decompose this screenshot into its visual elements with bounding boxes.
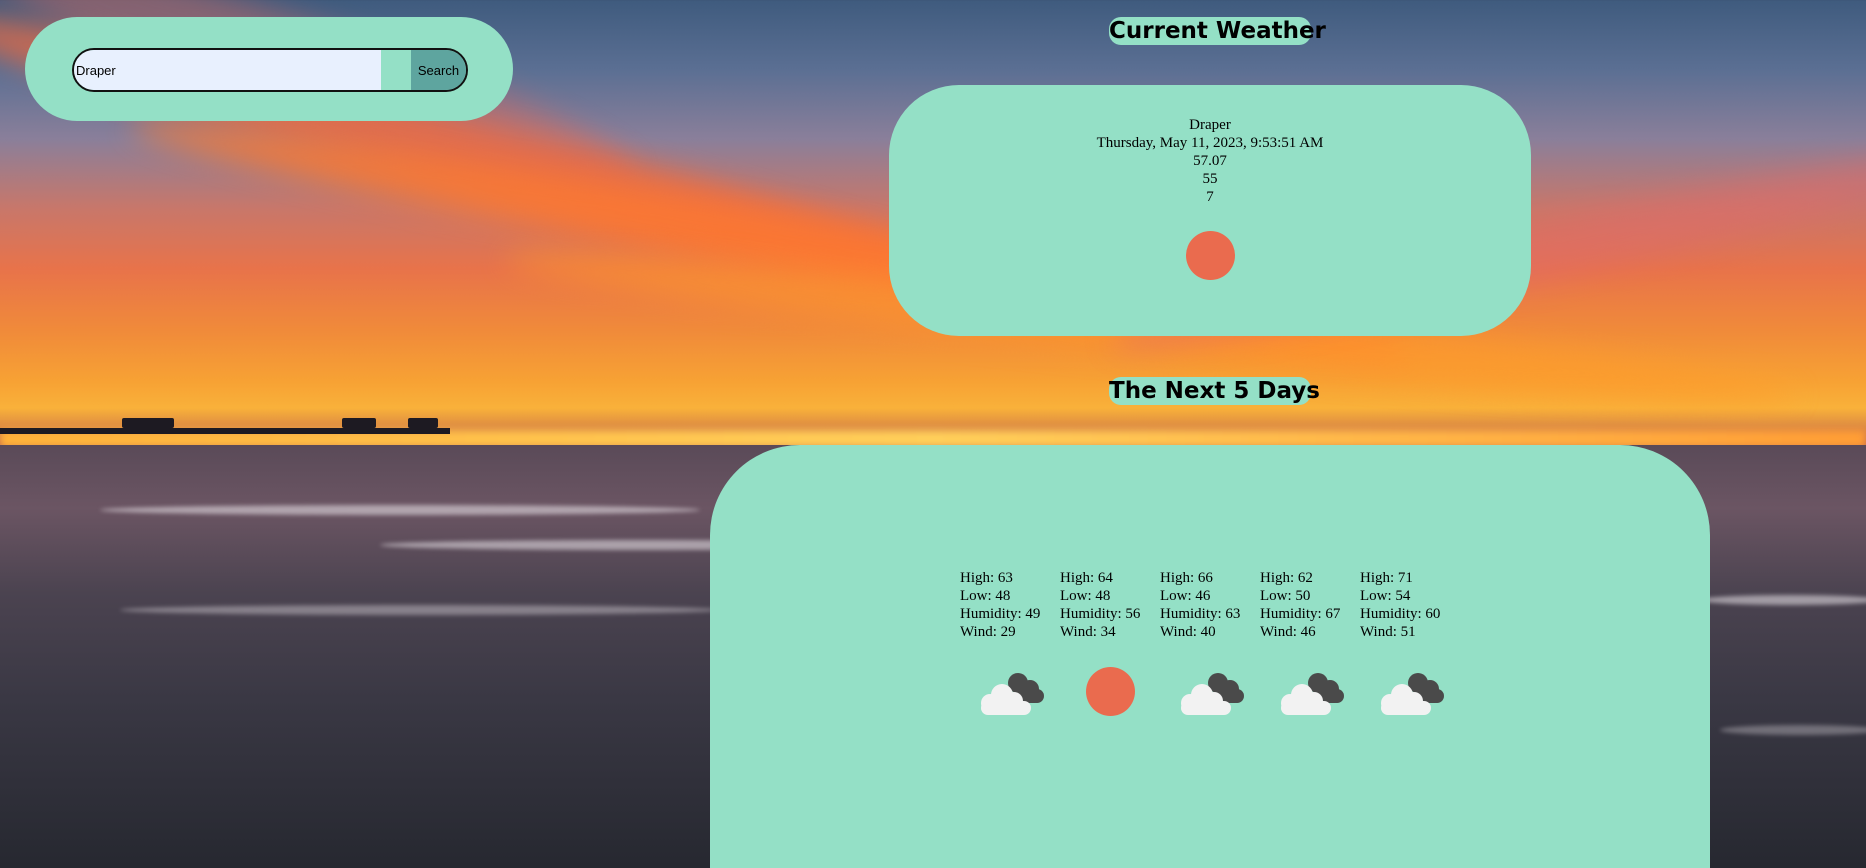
forecast-day: High: 63 Low: 48 Humidity: 49 Wind: 29 (960, 569, 1060, 723)
pier (0, 428, 450, 434)
search-button[interactable]: Search (411, 50, 466, 90)
day-humidity: Humidity: 56 (1060, 606, 1141, 622)
current-weather-heading: Current Weather (1109, 17, 1326, 45)
day-high: High: 62 (1260, 570, 1313, 586)
day-low: Low: 48 (960, 588, 1011, 604)
current-city: Draper (1189, 117, 1231, 133)
pier-hut (342, 418, 376, 428)
day-low: Low: 50 (1260, 588, 1311, 604)
search-gap (381, 50, 411, 90)
forecast-heading: The Next 5 Days (1109, 377, 1320, 405)
pier-hut (122, 418, 174, 428)
day-low: Low: 46 (1160, 588, 1211, 604)
cloud-icon (1181, 673, 1244, 715)
sun-icon (1185, 231, 1235, 280)
cloud-icon (1381, 673, 1444, 715)
search-form: Search (72, 48, 468, 92)
day-wind: Wind: 46 (1260, 624, 1316, 640)
current-temp: 57.07 (1193, 153, 1227, 169)
forecast-day: High: 62 Low: 50 Humidity: 67 Wind: 46 (1260, 569, 1360, 723)
current-datetime: Thursday, May 11, 2023, 9:53:51 AM (1096, 135, 1324, 151)
search-panel: Search (25, 17, 513, 121)
search-input[interactable] (74, 50, 381, 90)
forecast-day: High: 66 Low: 46 Humidity: 63 Wind: 40 (1160, 569, 1260, 723)
day-high: High: 64 (1060, 570, 1113, 586)
day-wind: Wind: 29 (960, 624, 1016, 640)
forecast-day: High: 64 Low: 48 Humidity: 56 Wind: 34 (1060, 569, 1160, 723)
pier-hut (408, 418, 438, 428)
day-humidity: Humidity: 67 (1260, 606, 1341, 622)
day-wind: Wind: 34 (1060, 624, 1116, 640)
day-humidity: Humidity: 63 (1160, 606, 1241, 622)
forecast-card: High: 63 Low: 48 Humidity: 49 Wind: 29 H… (710, 445, 1710, 868)
cloud-icon (1281, 673, 1344, 715)
day-humidity: Humidity: 49 (960, 606, 1041, 622)
forecast-day: High: 71 Low: 54 Humidity: 60 Wind: 51 (1360, 569, 1460, 723)
day-high: High: 63 (960, 570, 1013, 586)
current-weather-card: Draper Thursday, May 11, 2023, 9:53:51 A… (889, 85, 1531, 336)
day-humidity: Humidity: 60 (1360, 606, 1441, 622)
cloud-icon (981, 673, 1044, 715)
forecast-days: High: 63 Low: 48 Humidity: 49 Wind: 29 H… (960, 569, 1460, 723)
day-high: High: 66 (1160, 570, 1213, 586)
day-wind: Wind: 40 (1160, 624, 1216, 640)
day-wind: Wind: 51 (1360, 624, 1416, 640)
day-low: Low: 54 (1360, 588, 1411, 604)
day-high: High: 71 (1360, 570, 1413, 586)
current-wind: 7 (1206, 189, 1214, 205)
current-humidity: 55 (1202, 171, 1218, 187)
day-low: Low: 48 (1060, 588, 1111, 604)
sun-icon (1086, 667, 1135, 716)
